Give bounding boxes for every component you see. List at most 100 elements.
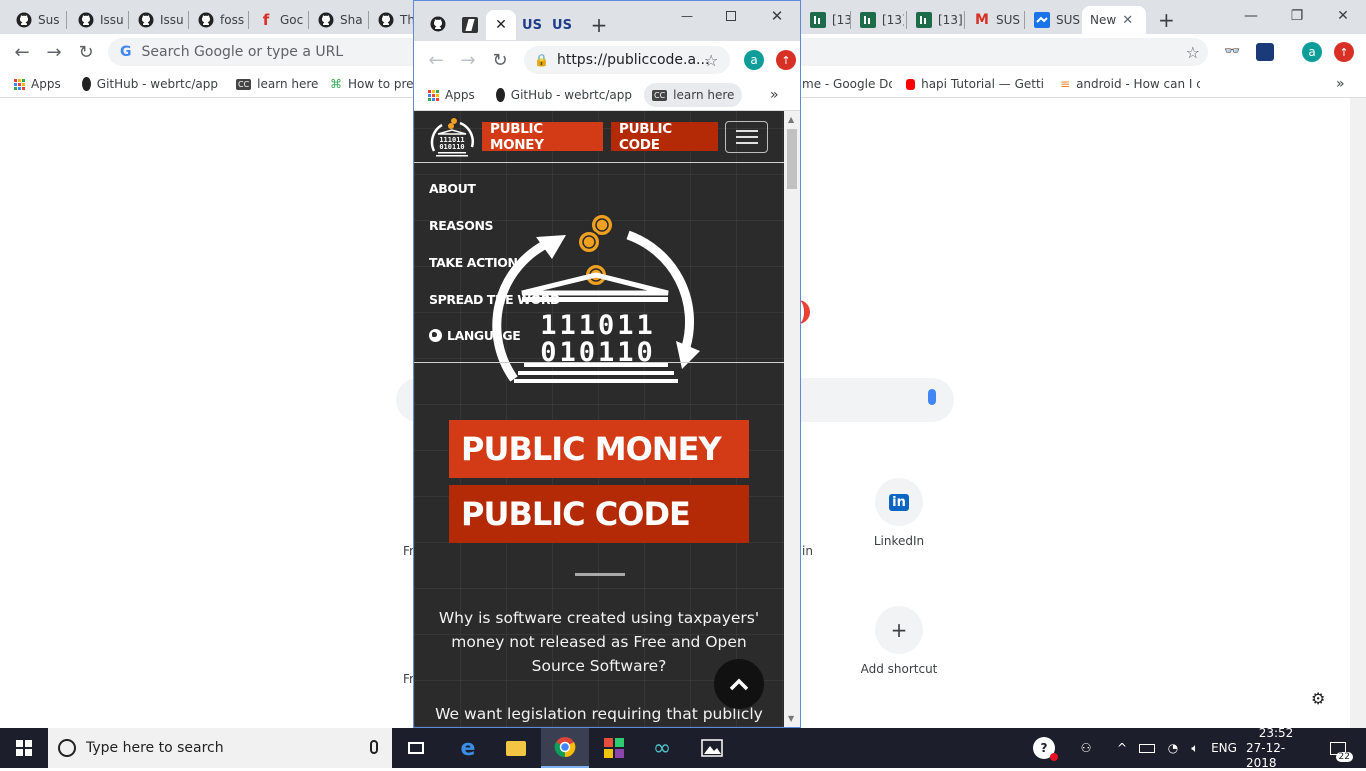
reload-button[interactable]: ↻ — [72, 38, 100, 66]
bookmark-android[interactable]: ≡ android - How can I c — [1060, 76, 1200, 92]
menu-item-language[interactable]: LANGUAGE — [429, 328, 521, 343]
action-center-button[interactable]: 22 — [1318, 728, 1358, 768]
background-tab[interactable]: Th — [370, 6, 414, 34]
avatar[interactable]: a — [744, 50, 764, 70]
microphone-icon[interactable] — [928, 389, 936, 405]
omnibox-placeholder: Search Google or type a URL — [141, 44, 344, 60]
shortcut-linkedin[interactable]: in LinkedIn — [843, 478, 955, 548]
popup-close-button[interactable]: ✕ — [762, 5, 792, 27]
hamburger-menu-button[interactable] — [725, 121, 768, 153]
taskbar-photos[interactable] — [688, 728, 736, 768]
close-icon[interactable]: ✕ — [1122, 13, 1133, 28]
popup-tab-us[interactable]: US — [548, 10, 576, 40]
extension-glasses-icon[interactable]: 👓 — [1224, 44, 1240, 59]
restore-button[interactable]: ❐ — [1274, 0, 1320, 32]
linkedin-icon: in — [875, 478, 923, 526]
taskbar-file-explorer[interactable] — [492, 728, 540, 768]
clock[interactable]: 23:52 27-12-2018 — [1246, 726, 1306, 770]
background-tab[interactable]: Issu — [130, 6, 188, 34]
popup-tab-us[interactable]: US — [518, 10, 546, 40]
background-scrollbar[interactable] — [1350, 98, 1366, 728]
bookmark-apps[interactable]: Apps — [428, 87, 475, 103]
scroll-to-top-button[interactable] — [714, 659, 764, 709]
background-tab[interactable]: [13] — [802, 6, 850, 34]
popup-new-tab-button[interactable]: + — [586, 10, 612, 40]
input-language[interactable]: ENG — [1208, 728, 1240, 768]
taskbar-arduino[interactable]: ∞ — [638, 728, 686, 768]
background-tab[interactable]: [13] — [908, 6, 962, 34]
customize-gear-icon[interactable]: ⚙ — [1311, 689, 1325, 708]
star-icon[interactable]: ☆ — [704, 51, 718, 70]
microphone-icon[interactable] — [370, 740, 378, 754]
popup-scrollbar[interactable]: ▲ ▼ — [784, 111, 800, 727]
popup-maximize-button[interactable] — [716, 5, 746, 27]
menu-item-about[interactable]: ABOUT — [429, 181, 476, 196]
menu-item-take-action[interactable]: TAKE ACTION — [429, 255, 518, 270]
background-tab[interactable]: Sus — [8, 6, 64, 34]
update-icon[interactable]: ↑ — [1334, 42, 1354, 62]
forward-button[interactable]: → — [40, 38, 68, 66]
background-tab[interactable]: Issu — [70, 6, 128, 34]
nav-public-code-button[interactable]: PUBLIC CODE — [611, 121, 718, 153]
bookmark-how-to[interactable]: ⌘ How to pre — [330, 76, 413, 92]
scroll-down-arrow-icon[interactable]: ▼ — [788, 714, 794, 723]
bookmark-google-doc[interactable]: me - Google Do — [802, 76, 892, 92]
taskbar-search-box[interactable]: Type here to search — [48, 728, 392, 768]
wifi-icon[interactable]: ◔ — [1162, 728, 1184, 768]
background-tab-active[interactable]: New ✕ — [1082, 6, 1146, 34]
arrow-left-icon: ← — [428, 49, 444, 71]
background-tab[interactable]: Sha — [310, 6, 368, 34]
start-button[interactable] — [0, 728, 48, 768]
taskbar-edge[interactable]: e — [444, 728, 492, 768]
forward-button[interactable]: → — [454, 46, 482, 74]
lock-icon: 🔒 — [534, 53, 549, 67]
background-tab[interactable]: [13] — [852, 6, 904, 34]
tray-overflow-chevron-up-icon[interactable]: ^ — [1112, 728, 1132, 768]
back-button[interactable]: ← — [422, 46, 450, 74]
avatar[interactable]: a — [1302, 42, 1322, 62]
popup-minimize-button[interactable]: — — [672, 5, 702, 27]
battery-icon[interactable] — [1136, 728, 1158, 768]
stackoverflow-icon: ≡ — [1060, 77, 1071, 91]
popup-omnibox[interactable]: 🔒 https://publiccode.a... — [524, 46, 730, 74]
background-tab[interactable]: foss — [190, 6, 248, 34]
help-tray-icon[interactable]: ? — [1030, 728, 1058, 768]
close-window-button[interactable]: ✕ — [1320, 0, 1366, 32]
back-button[interactable]: ← — [8, 38, 36, 66]
taskbar-app-tiles[interactable] — [590, 728, 638, 768]
menu-item-reasons[interactable]: REASONS — [429, 218, 494, 233]
background-tab[interactable]: SUS — [1026, 6, 1082, 34]
scroll-up-arrow-icon[interactable]: ▲ — [788, 115, 794, 124]
people-icon[interactable]: ⚇ — [1074, 728, 1098, 768]
shortcut-add[interactable]: + Add shortcut — [843, 606, 955, 676]
new-tab-button[interactable]: + — [1150, 6, 1180, 34]
github-icon — [198, 12, 214, 28]
taskbar-chrome[interactable] — [541, 728, 589, 768]
volume-icon[interactable]: 🔈︎ — [1184, 728, 1206, 768]
close-icon[interactable]: ✕ — [495, 17, 507, 33]
bookmark-github[interactable]: GitHub - webrtc/app — [496, 87, 632, 103]
bookmarks-overflow-button[interactable]: » — [770, 87, 779, 103]
background-tab[interactable]: M SUS — [966, 6, 1022, 34]
bookmark-learn-here[interactable]: CC learn here — [236, 76, 318, 92]
scrollbar-thumb[interactable] — [787, 129, 797, 189]
reload-button[interactable]: ↻ — [486, 46, 514, 74]
star-icon[interactable]: ☆ — [1186, 43, 1200, 62]
popup-tab-github[interactable] — [424, 10, 452, 40]
nav-public-money-button[interactable]: PUBLIC MONEY — [482, 121, 603, 153]
popup-tab-active[interactable]: ✕ — [486, 10, 516, 40]
bookmark-learn-here[interactable]: CC learn here — [644, 83, 743, 107]
task-view-button[interactable] — [392, 728, 440, 768]
minimize-button[interactable]: — — [1228, 0, 1274, 32]
bookmark-github[interactable]: GitHub - webrtc/app — [82, 76, 218, 92]
shortcut-label-partial[interactable]: in — [802, 544, 813, 558]
popup-tab-bookmark[interactable] — [456, 10, 484, 40]
site-logo[interactable]: 111011 010110 — [428, 117, 476, 157]
update-icon[interactable]: ↑ — [776, 50, 796, 70]
bookmarks-overflow-button[interactable]: » — [1336, 76, 1345, 92]
extension-chart-icon[interactable] — [1256, 43, 1274, 61]
bookmark-hapi[interactable]: hapi Tutorial — Getti — [906, 76, 1044, 92]
bookmark-apps[interactable]: Apps — [14, 76, 61, 92]
background-tab[interactable]: f Goc — [250, 6, 308, 34]
menu-item-spread-the-word[interactable]: SPREAD THE WORD — [429, 292, 560, 307]
